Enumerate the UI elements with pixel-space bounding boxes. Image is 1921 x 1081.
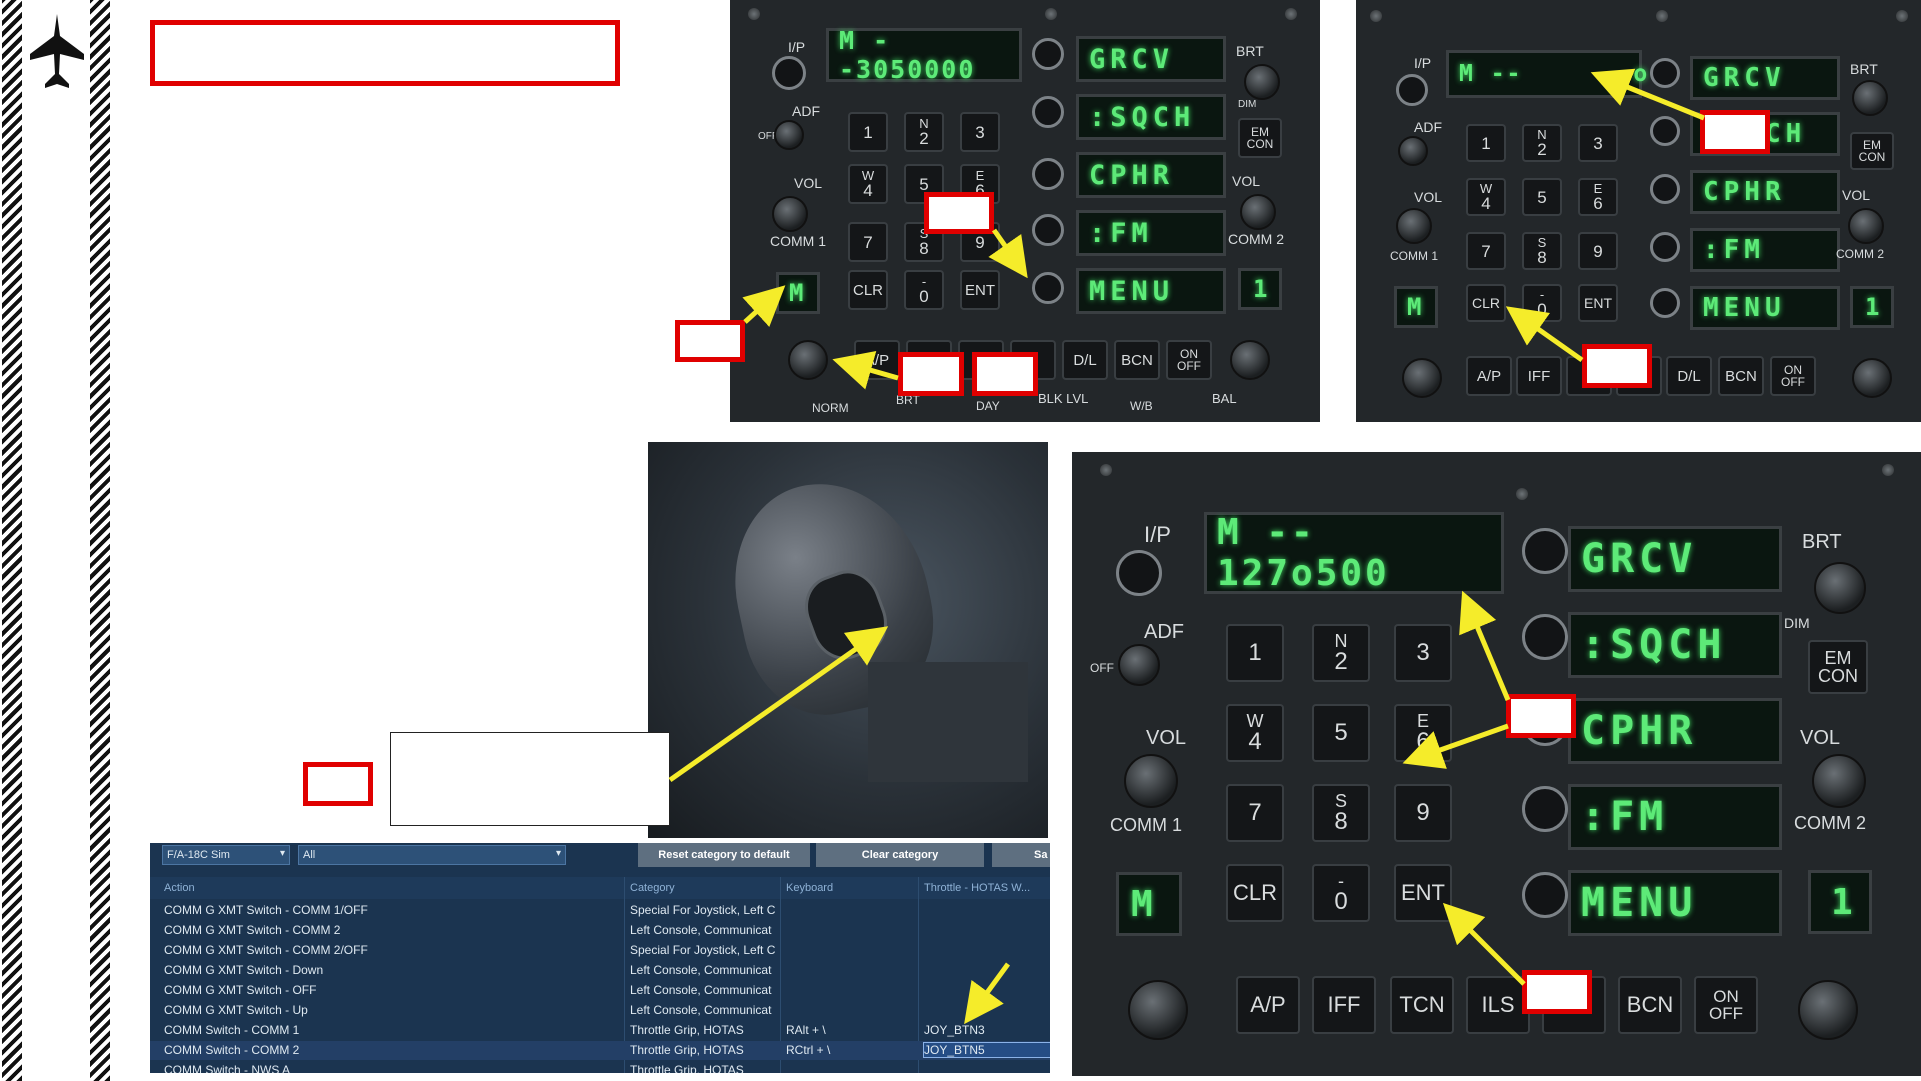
arrow-keypad-large	[1402, 723, 1509, 769]
arrow-scratchpad-large	[1459, 590, 1511, 701]
annotation-arrows-bottom	[1402, 590, 1526, 986]
arrow-ent-large	[1442, 902, 1526, 986]
